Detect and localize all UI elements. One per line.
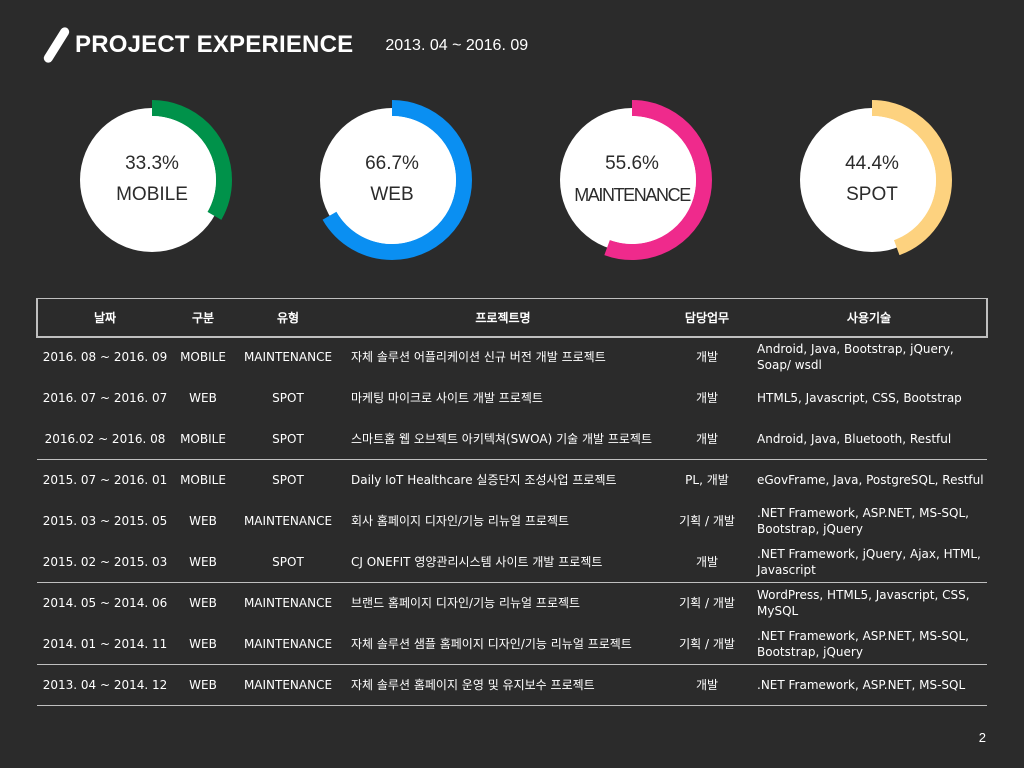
donut-maintenance-label: MAINTENANCE — [574, 185, 691, 205]
cell-tech: .NET Framework, ASP.NET, MS-SQL, Bootstr… — [757, 506, 969, 536]
donut-web: 66.7% WEB — [312, 100, 472, 260]
cell-role: 개발 — [695, 391, 719, 405]
cell-tech: .NET Framework, jQuery, Ajax, HTML, Java… — [751, 541, 987, 583]
cell-category: WEB — [173, 623, 233, 665]
cell-project-name: Daily IoT Healthcare 실증단지 조성사업 프로젝트 — [351, 473, 617, 488]
table-row: 2014. 01 ~ 2014. 11 WEB MAINTENANCE 자체 솔… — [37, 623, 987, 665]
cell-type: SPOT — [233, 541, 343, 583]
cell-role: 개발 — [695, 350, 719, 365]
cell-category: WEB — [173, 664, 233, 706]
col-header-type: 유형 — [233, 298, 343, 337]
cell-role: 개발 — [663, 541, 751, 583]
cell-type: MAINTENANCE — [233, 664, 343, 706]
donut-maintenance-percent: 55.6% — [605, 153, 659, 174]
cell-category: WEB — [189, 596, 217, 611]
cell-role: 기획 / 개발 — [679, 514, 735, 528]
cell-tech: Android, Java, Bootstrap, jQuery, Soap/ … — [757, 342, 954, 373]
donut-mobile-percent: 33.3% — [125, 153, 179, 174]
cell-date: 2014. 01 ~ 2014. 11 — [37, 623, 173, 665]
cell-tech: .NET Framework, ASP.NET, MS-SQL, Bootstr… — [751, 623, 987, 665]
cell-date: 2015. 02 ~ 2015. 03 — [37, 541, 173, 583]
donut-mobile-text: 33.3% MOBILE — [72, 100, 232, 260]
cell-category: WEB — [173, 541, 233, 583]
cell-type: MAINTENANCE — [233, 623, 343, 665]
donut-mobile-label: MOBILE — [116, 184, 188, 205]
col-header-category: 구분 — [173, 298, 233, 337]
cell-tech: HTML5, Javascript, CSS, Bootstrap — [757, 391, 962, 405]
col-header-role: 담당업무 — [663, 298, 751, 337]
cell-category: MOBILE — [173, 418, 233, 460]
donut-maintenance-text: 55.6% MAINTENANCE — [552, 100, 712, 260]
cell-category: MOBILE — [180, 350, 226, 365]
project-table: 날짜 구분 유형 프로젝트명 담당업무 사용기술 2016. 08 ~ 2016… — [36, 297, 988, 706]
donut-spot-text: 44.4% SPOT — [792, 100, 952, 260]
col-header-project-name: 프로젝트명 — [343, 298, 663, 337]
cell-category: MOBILE — [180, 473, 226, 488]
cell-role: PL, 개발 — [685, 473, 729, 488]
cell-date: 2015. 07 ~ 2016. 01 — [42, 473, 168, 488]
cell-category: WEB — [189, 514, 217, 528]
table-row: 2015. 07 ~ 2016. 01 MOBILE SPOT Daily Io… — [37, 460, 987, 501]
cell-date: 2016. 07 ~ 2016. 07 — [42, 391, 168, 405]
cell-date: 2016.02 ~ 2016. 08 — [37, 418, 173, 460]
cell-project-name: CJ ONEFIT 영양관리시스템 사이트 개발 프로젝트 — [343, 541, 663, 583]
cell-project-name: 회사 홈페이지 디자인/기능 리뉴얼 프로젝트 — [351, 514, 570, 528]
table-row: 2013. 04 ~ 2014. 12 WEB MAINTENANCE 자체 솔… — [37, 664, 987, 706]
cell-project-name: 브랜드 홈페이지 디자인/기능 리뉴얼 프로젝트 — [351, 596, 581, 611]
cell-role: 개발 — [663, 664, 751, 706]
cell-type: SPOT — [272, 391, 304, 405]
cell-type: SPOT — [272, 473, 304, 488]
cell-date: 2014. 05 ~ 2014. 06 — [42, 596, 168, 611]
cell-tech: .NET Framework, ASP.NET, MS-SQL — [751, 664, 987, 706]
donut-spot: 44.4% SPOT — [792, 100, 952, 260]
cell-project-name: 자체 솔루션 어플리케이션 신규 버전 개발 프로젝트 — [351, 350, 606, 365]
table-row: 2016. 08 ~ 2016. 09 MOBILE MAINTENANCE 자… — [37, 337, 987, 378]
donut-spot-label: SPOT — [846, 184, 898, 205]
cell-date: 2016. 08 ~ 2016. 09 — [42, 350, 168, 365]
table-row: 2014. 05 ~ 2014. 06 WEB MAINTENANCE 브랜드 … — [37, 583, 987, 624]
cell-date: 2013. 04 ~ 2014. 12 — [37, 664, 173, 706]
table-row: 2015. 02 ~ 2015. 03 WEB SPOT CJ ONEFIT 영… — [37, 541, 987, 583]
table-row: 2016. 07 ~ 2016. 07 WEB SPOT 마케팅 마이크로 사이… — [37, 378, 987, 419]
cell-role: 기획 / 개발 — [679, 596, 735, 611]
cell-tech: WordPress, HTML5, Javascript, CSS, MySQL — [757, 588, 970, 619]
cell-date: 2015. 03 ~ 2015. 05 — [42, 514, 168, 528]
cell-type: MAINTENANCE — [243, 596, 333, 611]
page-number: 2 — [978, 730, 986, 745]
donut-web-label: WEB — [370, 184, 414, 205]
cell-project-name: 자체 솔루션 샘플 홈페이지 디자인/기능 리뉴얼 프로젝트 — [343, 623, 663, 665]
col-header-date: 날짜 — [37, 298, 173, 337]
cell-tech: eGovFrame, Java, PostgreSQL, Restful — [757, 473, 984, 488]
donut-maintenance: 55.6% MAINTENANCE — [552, 100, 712, 260]
table-row: 2015. 03 ~ 2015. 05 WEB MAINTENANCE 회사 홈… — [37, 501, 987, 542]
donut-charts: 33.3% MOBILE 66.7% WEB 55.6% MAINTENANCE — [0, 0, 1024, 290]
cell-project-name: 마케팅 마이크로 사이트 개발 프로젝트 — [351, 391, 543, 405]
col-header-tech: 사용기술 — [751, 298, 987, 337]
cell-tech: Android, Java, Bluetooth, Restful — [751, 418, 987, 460]
cell-type: MAINTENANCE — [243, 514, 333, 528]
donut-web-percent: 66.7% — [365, 153, 419, 174]
donut-mobile: 33.3% MOBILE — [72, 100, 232, 260]
cell-type: SPOT — [233, 418, 343, 460]
cell-category: WEB — [189, 391, 217, 405]
donut-web-text: 66.7% WEB — [312, 100, 472, 260]
cell-project-name: 자체 솔루션 홈페이지 운영 및 유지보수 프로젝트 — [343, 664, 663, 706]
table-row: 2016.02 ~ 2016. 08 MOBILE SPOT 스마트홈 웹 오브… — [37, 418, 987, 460]
table-header-row: 날짜 구분 유형 프로젝트명 담당업무 사용기술 — [36, 297, 988, 338]
cell-project-name: 스마트홈 웹 오브젝트 아키텍쳐(SWOA) 기술 개발 프로젝트 — [343, 418, 663, 460]
cell-role: 기획 / 개발 — [663, 623, 751, 665]
cell-role: 개발 — [663, 418, 751, 460]
cell-type: MAINTENANCE — [243, 350, 333, 365]
donut-spot-percent: 44.4% — [845, 153, 899, 174]
